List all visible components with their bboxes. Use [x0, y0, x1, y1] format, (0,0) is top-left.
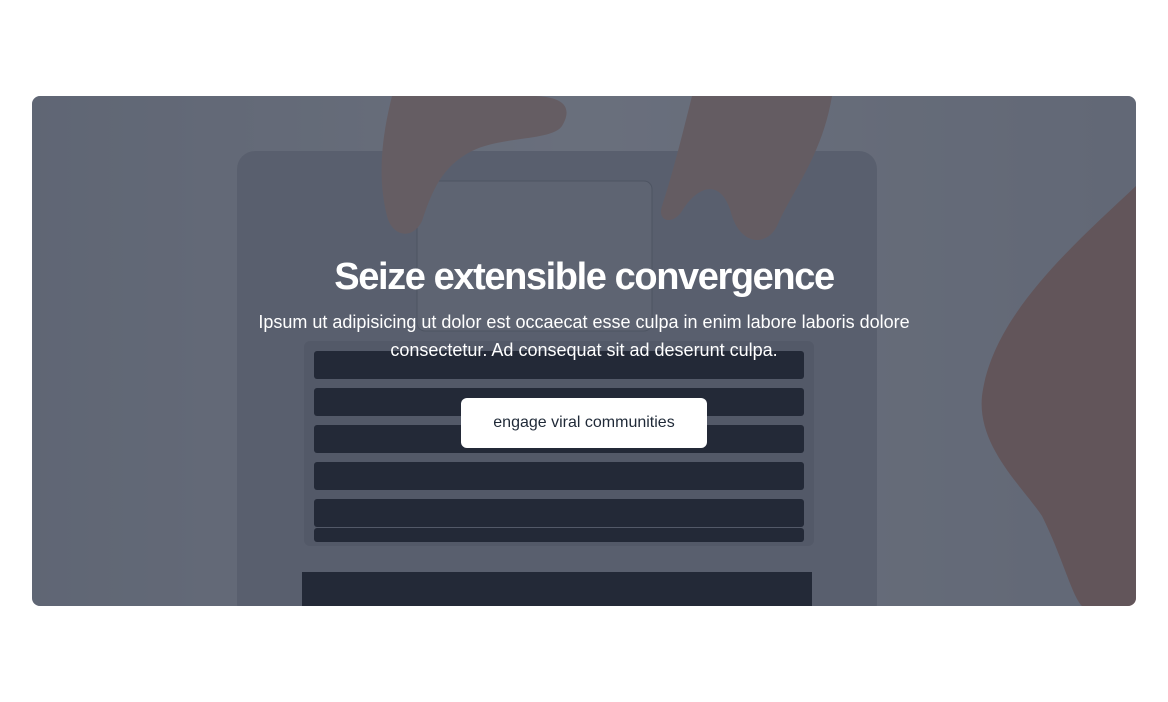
- engage-button[interactable]: engage viral communities: [461, 398, 707, 448]
- hero-subtitle: Ipsum ut adipisicing ut dolor est occaec…: [258, 312, 910, 360]
- hero-banner: Seize extensible convergence Ipsum ut ad…: [32, 96, 1136, 606]
- hero-content: Seize extensible convergence Ipsum ut ad…: [32, 254, 1136, 448]
- hero-title: Seize extensible convergence: [334, 256, 835, 298]
